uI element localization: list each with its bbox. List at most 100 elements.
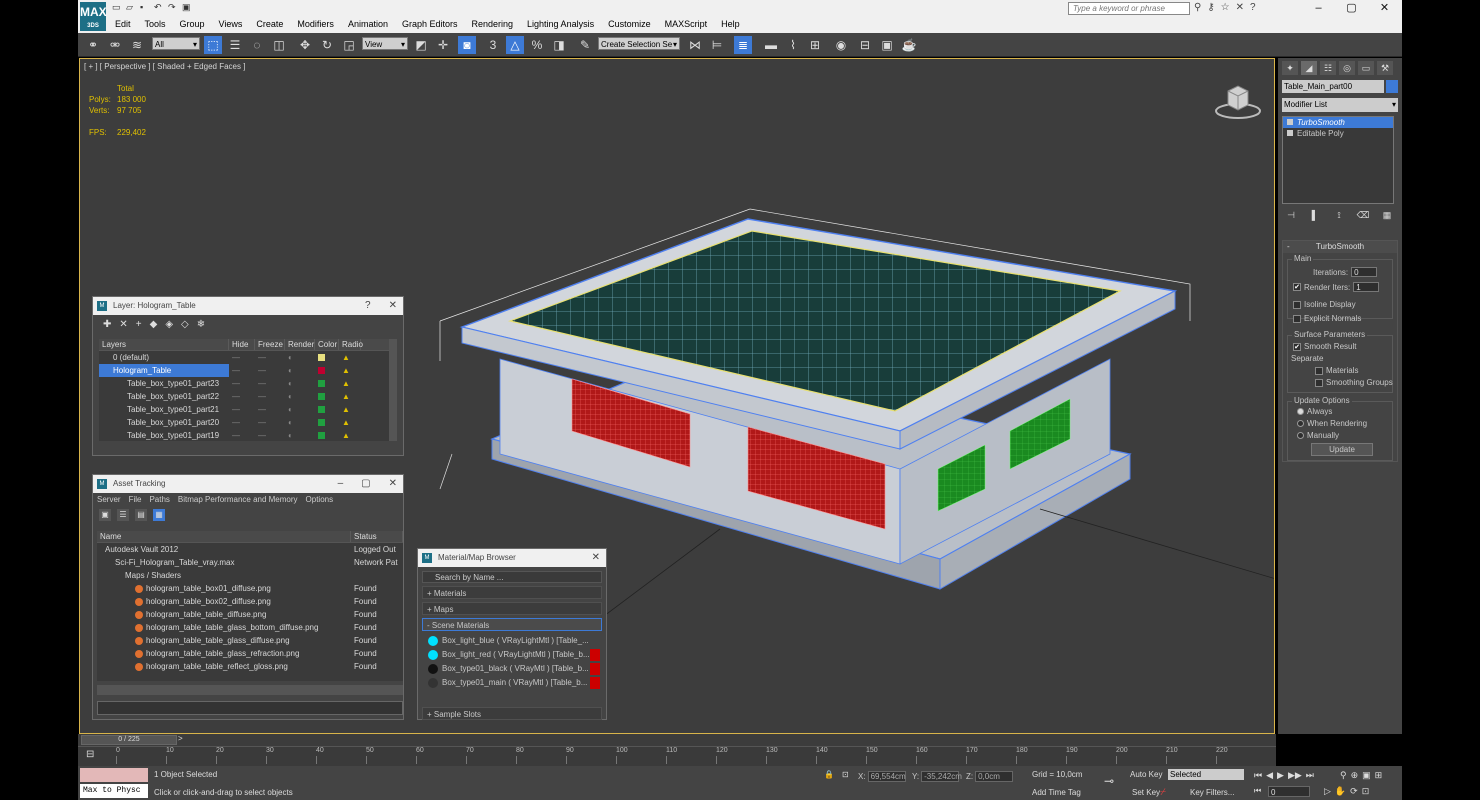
new-file-icon[interactable]: ▭ xyxy=(112,2,122,12)
next-frame-icon[interactable]: ▶▶ xyxy=(1288,770,1302,781)
zoom-extents-icon[interactable]: ▣ xyxy=(1362,770,1371,781)
star-icon[interactable]: ☆ xyxy=(1221,2,1230,13)
rollout-title[interactable]: TurboSmooth xyxy=(1283,241,1397,253)
rotate-icon[interactable]: ↻ xyxy=(318,36,336,54)
angle-snap-icon[interactable]: △ xyxy=(506,36,524,54)
layer-hide-toggle[interactable]: — xyxy=(229,377,255,390)
next-frame-arrow-icon[interactable]: > xyxy=(178,734,183,743)
layer-freeze-toggle[interactable]: — xyxy=(255,364,285,377)
help-icon[interactable]: ? xyxy=(1250,2,1256,13)
lock-selection-icon[interactable]: 🔒 xyxy=(824,770,834,779)
asset-column-name[interactable]: Name xyxy=(97,531,351,542)
select-object-icon[interactable]: ⬚ xyxy=(204,36,222,54)
layer-hide-toggle[interactable]: — xyxy=(229,390,255,403)
stack-item-editable-poly[interactable]: Editable Poly xyxy=(1283,128,1393,139)
configure-sets-icon[interactable]: ▦ xyxy=(1380,210,1394,222)
menu-group[interactable]: Group xyxy=(173,17,212,31)
asset-menu-paths[interactable]: Paths xyxy=(149,493,169,507)
binoculars-icon[interactable]: ⚲ xyxy=(1194,2,1201,13)
pan-icon[interactable]: ✋ xyxy=(1335,786,1346,797)
graphite-ribbon-icon[interactable]: ▬ xyxy=(762,36,780,54)
auto-key-button[interactable]: Auto Key xyxy=(1130,770,1162,779)
layer-render-toggle[interactable]: ◐ xyxy=(285,364,315,377)
menu-graph-editors[interactable]: Graph Editors xyxy=(395,17,465,31)
layer-freeze-toggle[interactable]: — xyxy=(255,351,285,364)
smooth-result-checkbox[interactable]: ✔ xyxy=(1293,342,1301,351)
minimize-button[interactable]: – xyxy=(1302,0,1335,16)
layer-freeze-toggle[interactable]: — xyxy=(255,390,285,403)
maxscript-mini-listener[interactable]: Max to Physc xyxy=(80,784,148,798)
freeze-all-icon[interactable]: ❄ xyxy=(197,319,205,330)
viewcube[interactable] xyxy=(1214,81,1262,121)
help-button[interactable]: ? xyxy=(365,297,371,315)
delete-layer-icon[interactable]: ✕ xyxy=(119,319,127,330)
asset-row[interactable]: Autodesk Vault 2012 Logged Out xyxy=(97,543,403,556)
render-setup-icon[interactable]: ⊟ xyxy=(856,36,874,54)
percent-snap-icon[interactable]: % xyxy=(528,36,546,54)
object-color-swatch[interactable] xyxy=(1386,80,1398,93)
orbit-icon[interactable]: ⟳ xyxy=(1350,786,1358,797)
asset-menu-options[interactable]: Options xyxy=(306,493,334,507)
menu-tools[interactable]: Tools xyxy=(138,17,173,31)
materials-section[interactable]: + Materials xyxy=(422,586,602,599)
save-icon[interactable]: ▪ xyxy=(140,2,150,12)
render-iters-spinner[interactable]: 1 xyxy=(1353,282,1380,292)
selection-set-dropdown[interactable]: Selected xyxy=(1168,769,1244,780)
open-file-icon[interactable]: ▱ xyxy=(126,2,136,12)
layer-row[interactable]: Table_box_type01_part19— — ◐ ▲ xyxy=(99,429,389,441)
asset-row[interactable]: hologram_table_table_reflect_gloss.png Fo… xyxy=(97,660,403,673)
material-search-input[interactable]: Search by Name ... xyxy=(422,571,602,583)
key-icon[interactable]: ⚷ xyxy=(1207,2,1214,13)
project-folder-icon[interactable]: ▣ xyxy=(182,2,192,12)
layer-column-render[interactable]: Render xyxy=(285,339,315,350)
zoom-all-icon[interactable]: ⊕ xyxy=(1351,770,1359,781)
layer-hide-toggle[interactable]: — xyxy=(229,416,255,429)
help-search-input[interactable]: Type a keyword or phrase xyxy=(1068,2,1190,15)
asset-row[interactable]: hologram_table_table_glass_refraction.pn… xyxy=(97,647,403,660)
radiosity-icon[interactable]: ▲ xyxy=(339,351,361,364)
minimize-window-button[interactable]: – xyxy=(338,475,344,493)
go-to-start-icon[interactable]: ⏮ xyxy=(1254,770,1262,781)
asset-menu-file[interactable]: File xyxy=(129,493,142,507)
layer-row[interactable]: Table_box_type01_part23— — ◐ ▲ xyxy=(99,377,389,390)
smoothing-groups-checkbox[interactable] xyxy=(1315,378,1323,387)
layer-freeze-toggle[interactable]: — xyxy=(255,429,285,441)
layer-render-toggle[interactable]: ◐ xyxy=(285,403,315,416)
layer-color-swatch[interactable] xyxy=(318,393,325,401)
previous-frame-icon[interactable]: ◀ xyxy=(1266,770,1273,781)
field-of-view-icon[interactable]: ▷ xyxy=(1324,786,1331,797)
layer-color-swatch[interactable] xyxy=(318,380,325,388)
list-view-icon[interactable]: ☰ xyxy=(117,509,129,521)
close-window-button[interactable]: ✕ xyxy=(389,297,397,315)
link-icon[interactable]: ⚭ xyxy=(84,36,102,54)
layers-scrollbar[interactable] xyxy=(389,339,397,441)
close-window-button[interactable]: ✕ xyxy=(389,475,397,493)
rendered-frame-window-icon[interactable]: ▣ xyxy=(878,36,896,54)
motion-tab-icon[interactable]: ◎ xyxy=(1339,61,1355,75)
layer-render-toggle[interactable]: ◐ xyxy=(285,429,315,441)
schematic-view-icon[interactable]: ⊞ xyxy=(806,36,824,54)
asset-menu-bitmap-performance-and-memory[interactable]: Bitmap Performance and Memory xyxy=(178,493,298,507)
reference-coordinate-dropdown[interactable]: View xyxy=(362,37,408,51)
scale-icon[interactable]: ◲ xyxy=(340,36,358,54)
modify-tab-icon[interactable]: ◢ xyxy=(1301,61,1317,75)
remove-modifier-icon[interactable]: ⌫ xyxy=(1356,210,1370,222)
layer-freeze-toggle[interactable]: — xyxy=(255,416,285,429)
stack-item-turbosmooth[interactable]: TurboSmooth xyxy=(1283,117,1393,128)
when-rendering-radio[interactable] xyxy=(1297,420,1304,427)
asset-row[interactable]: Maps / Shaders xyxy=(97,569,403,582)
bind-space-warp-icon[interactable]: ≋ xyxy=(128,36,146,54)
key-mode-toggle-icon[interactable]: ⏮ xyxy=(1254,786,1261,796)
play-icon[interactable]: ▶ xyxy=(1277,770,1284,781)
make-unique-icon[interactable]: ⟟ xyxy=(1332,210,1346,222)
key-filters-button[interactable]: Key Filters... xyxy=(1190,788,1234,797)
hide-all-icon[interactable]: ◇ xyxy=(181,319,189,330)
y-field[interactable]: -35,242cm xyxy=(921,770,962,782)
layer-hide-toggle[interactable]: — xyxy=(229,351,255,364)
asset-row[interactable]: hologram_table_table_diffuse.png Found xyxy=(97,608,403,621)
current-frame-field[interactable]: 0 xyxy=(1268,786,1310,797)
layer-manager-icon[interactable]: ≣ xyxy=(734,36,752,54)
menu-customize[interactable]: Customize xyxy=(601,17,658,31)
menu-animation[interactable]: Animation xyxy=(341,17,395,31)
asset-window-titlebar[interactable]: M Asset Tracking – ▢ ✕ xyxy=(93,475,403,493)
